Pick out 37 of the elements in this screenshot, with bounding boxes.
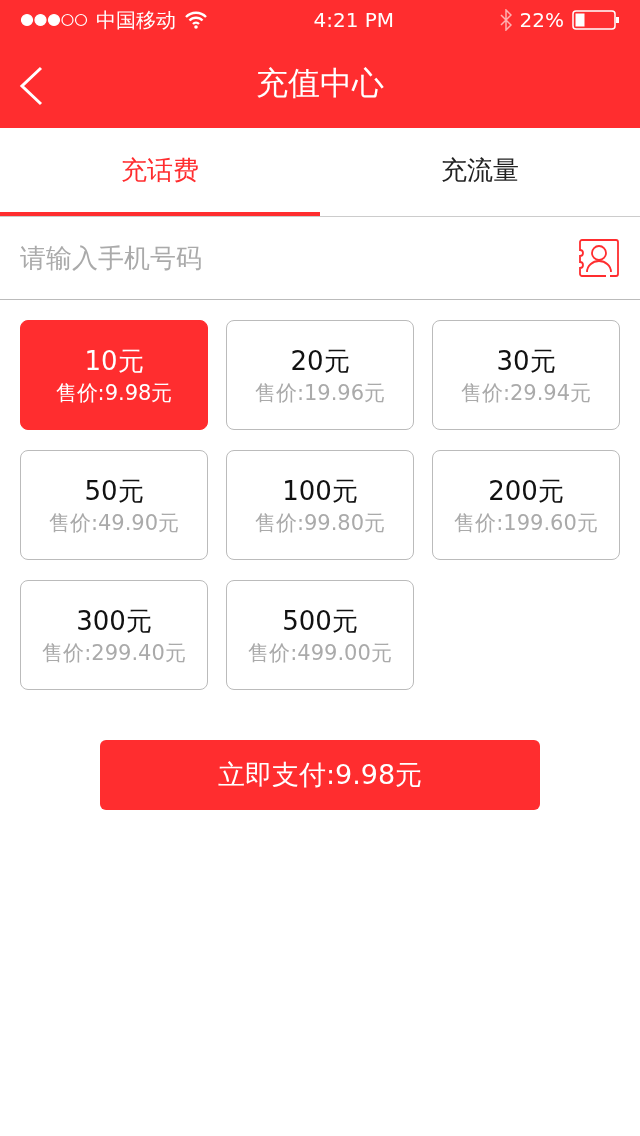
amount-option[interactable]: 500元 售价:499.00元 — [226, 580, 414, 690]
amount-option[interactable]: 20元 售价:19.96元 — [226, 320, 414, 430]
page-title: 充值中心 — [256, 63, 384, 104]
price-label: 售价:19.96元 — [254, 379, 386, 407]
amount-label: 10元 — [84, 344, 144, 378]
contact-icon[interactable] — [576, 238, 620, 278]
carrier-name: 中国移动 — [96, 6, 176, 34]
amount-option[interactable]: 200元 售价:199.60元 — [432, 450, 620, 560]
amount-option[interactable]: 30元 售价:29.94元 — [432, 320, 620, 430]
status-time: 4:21 PM — [313, 8, 395, 32]
amount-label: 30元 — [496, 344, 556, 378]
price-label: 售价:299.40元 — [42, 639, 186, 667]
price-label: 售价:199.60元 — [454, 509, 598, 537]
price-label: 售价:99.80元 — [254, 509, 386, 537]
amount-label: 200元 — [488, 474, 564, 508]
amount-label: 300元 — [76, 604, 152, 638]
tab[interactable]: 充话费 — [0, 128, 320, 216]
bluetooth-icon — [499, 9, 512, 31]
amount-option[interactable]: 100元 售价:99.80元 — [226, 450, 414, 560]
price-label: 售价:9.98元 — [55, 379, 173, 407]
amount-label: 500元 — [282, 604, 358, 638]
amount-option[interactable]: 300元 售价:299.40元 — [20, 580, 208, 690]
price-label: 售价:29.94元 — [460, 379, 592, 407]
wifi-icon — [184, 11, 208, 29]
tab[interactable]: 充流量 — [320, 128, 640, 216]
signal-icon — [20, 13, 88, 27]
amount-option[interactable]: 10元 售价:9.98元 — [20, 320, 208, 430]
amount-label: 100元 — [282, 474, 358, 508]
battery-percent: 22% — [519, 8, 564, 32]
price-label: 售价:49.90元 — [48, 509, 180, 537]
battery-icon — [572, 10, 620, 30]
amount-label: 50元 — [84, 474, 144, 508]
amount-label: 20元 — [290, 344, 350, 378]
amount-option[interactable]: 50元 售价:49.90元 — [20, 450, 208, 560]
price-label: 售价:499.00元 — [248, 639, 392, 667]
pay-button[interactable]: 立即支付:9.98元 — [100, 740, 540, 810]
back-icon[interactable] — [18, 66, 44, 106]
